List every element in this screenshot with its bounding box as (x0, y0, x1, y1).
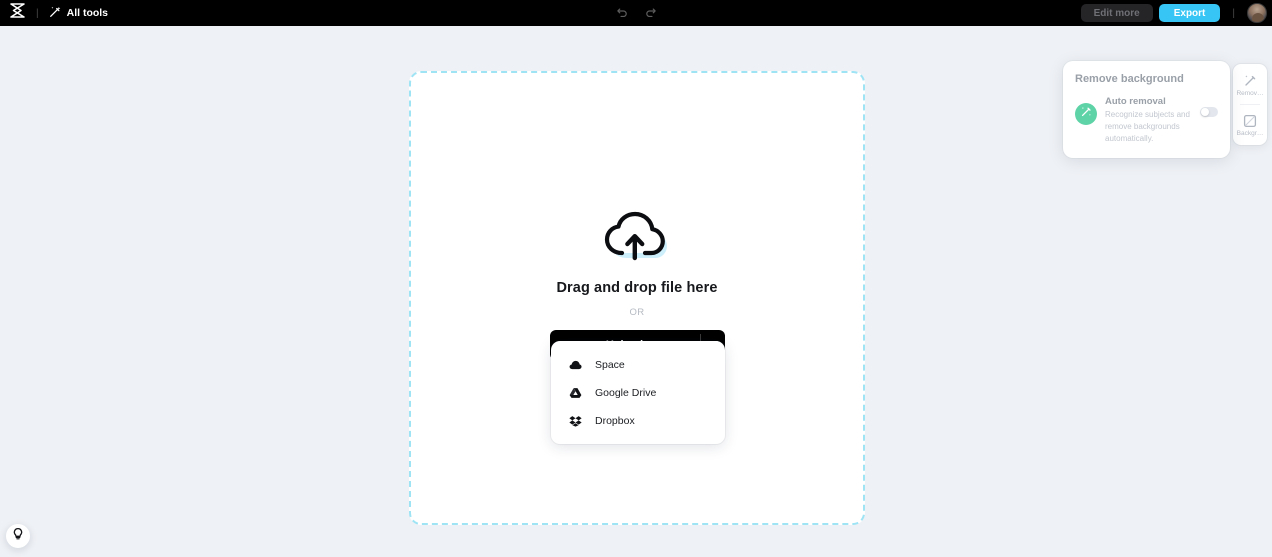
topbar-separator-right: | (1232, 7, 1235, 19)
source-label: Space (595, 359, 625, 371)
file-dropzone[interactable]: Drag and drop file here OR Upload ••• Sp… (409, 71, 865, 525)
magic-wand-icon (1080, 105, 1092, 123)
auto-removal-toggle[interactable] (1200, 107, 1218, 117)
rail-divider (1240, 104, 1260, 105)
source-item-space[interactable]: Space (551, 351, 725, 379)
magic-wand-icon (49, 6, 61, 21)
image-frame-icon (1243, 113, 1258, 128)
auto-removal-badge (1075, 103, 1097, 125)
source-label: Dropbox (595, 415, 635, 427)
auto-removal-row[interactable]: Auto removal Recognize subjects and remo… (1075, 95, 1218, 145)
app-logo[interactable] (4, 3, 30, 23)
all-tools-label: All tools (66, 7, 109, 19)
undo-button[interactable] (614, 5, 630, 21)
dropzone-title: Drag and drop file here (556, 280, 718, 296)
tool-rail: Remov… Backgr… (1233, 64, 1267, 145)
rail-item-background[interactable]: Backgr… (1235, 109, 1265, 140)
panel-title: Remove background (1075, 73, 1184, 85)
cloud-upload-icon (601, 208, 673, 266)
google-drive-icon (568, 386, 582, 400)
remove-background-panel: Remove background Auto removal Recognize… (1063, 61, 1230, 158)
redo-arrow-icon (644, 4, 657, 22)
user-avatar[interactable] (1247, 3, 1267, 23)
undo-arrow-icon (616, 4, 629, 22)
topbar-separator-left: | (36, 7, 39, 19)
auto-removal-text: Auto removal Recognize subjects and remo… (1105, 95, 1192, 145)
auto-removal-title: Auto removal (1105, 96, 1166, 107)
rail-item-label: Backgr… (1236, 130, 1264, 137)
all-tools-button[interactable]: All tools (45, 4, 112, 23)
lightbulb-icon (11, 527, 25, 546)
source-item-dropbox[interactable]: Dropbox (551, 407, 725, 435)
topbar-actions: Edit more Export | (1080, 0, 1267, 26)
export-button[interactable]: Export (1158, 4, 1221, 22)
source-item-google-drive[interactable]: Google Drive (551, 379, 725, 407)
magic-wand-icon (1243, 73, 1258, 88)
redo-button[interactable] (642, 5, 658, 21)
top-bar: | All tools Edit more Export | (0, 0, 1272, 26)
edit-more-button[interactable]: Edit more (1080, 4, 1153, 22)
dropbox-icon (568, 414, 582, 428)
rail-item-remove-background[interactable]: Remov… (1235, 69, 1265, 100)
editor-canvas: Drag and drop file here OR Upload ••• Sp… (0, 26, 1272, 557)
dropzone-or-label: OR (629, 307, 645, 318)
space-cloud-icon (568, 358, 582, 372)
upload-source-menu: Space Google Drive Dropbox (551, 341, 725, 444)
source-label: Google Drive (595, 387, 657, 399)
auto-removal-description: Recognize subjects and remove background… (1105, 110, 1190, 143)
history-controls (614, 5, 658, 21)
capcut-logo-icon (9, 3, 26, 23)
help-button[interactable] (6, 524, 30, 548)
rail-item-label: Remov… (1236, 90, 1264, 97)
dropzone-content: Drag and drop file here OR Upload ••• (411, 208, 863, 360)
